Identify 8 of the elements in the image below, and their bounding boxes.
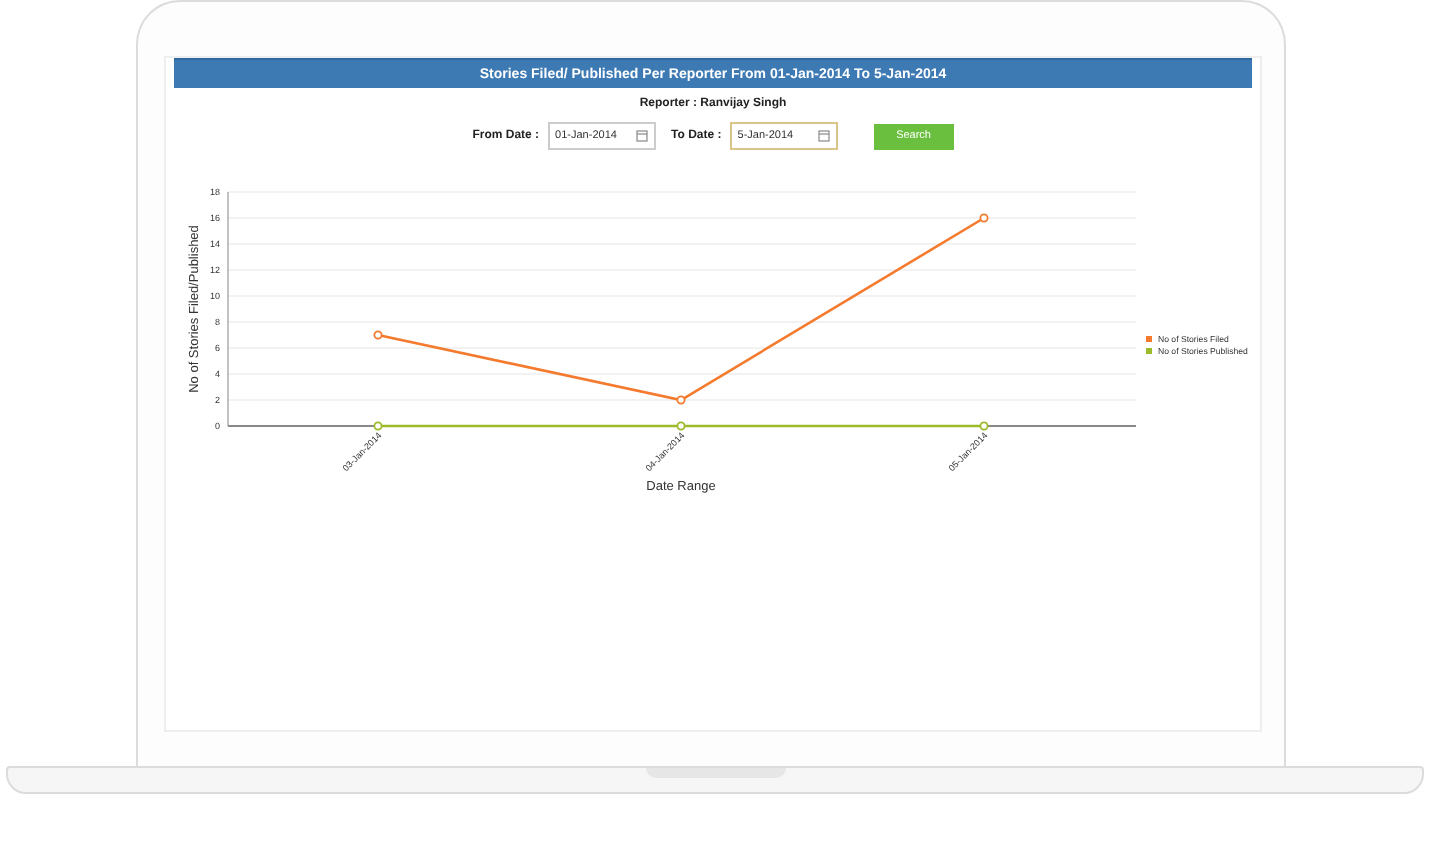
data-point — [373, 330, 383, 340]
data-point — [676, 395, 686, 405]
data-point — [979, 213, 989, 223]
calendar-icon[interactable] — [817, 130, 830, 142]
data-point — [676, 421, 686, 431]
calendar-icon[interactable] — [635, 130, 648, 142]
data-point — [979, 421, 989, 431]
data-point — [373, 421, 383, 431]
